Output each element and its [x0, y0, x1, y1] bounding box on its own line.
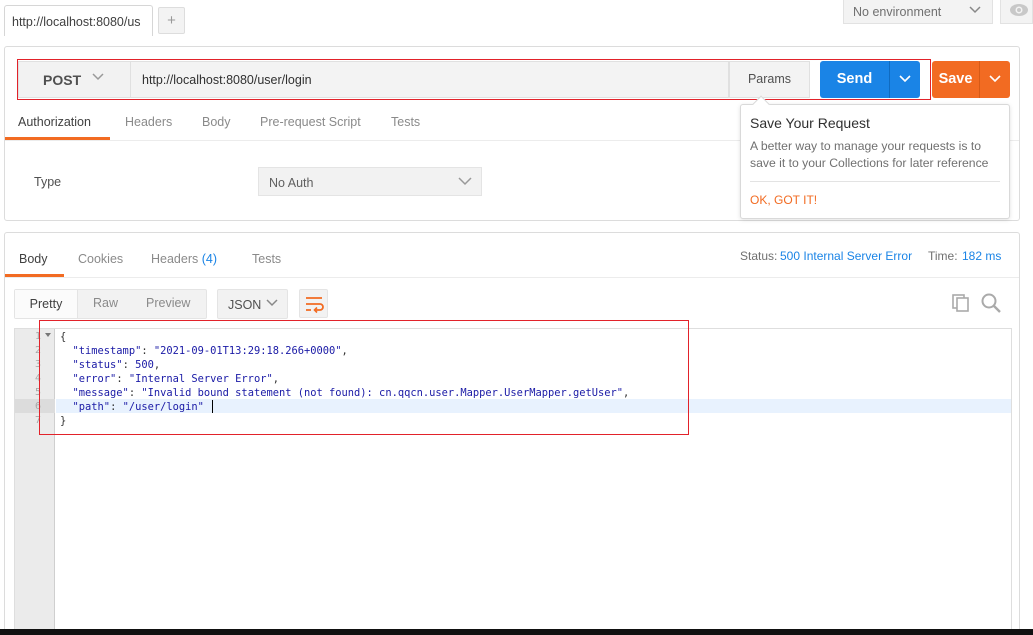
popover-body: A better way to manage your requests is …: [750, 139, 989, 170]
search-icon[interactable]: [980, 292, 1002, 314]
environment-label: No environment: [853, 5, 942, 19]
bottom-edge: [0, 629, 1033, 635]
line-number: 3: [34, 359, 41, 370]
divider: [750, 181, 1000, 182]
time-label: Time:: [928, 249, 958, 263]
popover-title: Save Your Request: [750, 115, 870, 131]
tab-authorization[interactable]: Authorization: [18, 115, 91, 139]
status-label: Status:: [740, 249, 778, 263]
response-tab-cookies[interactable]: Cookies: [78, 252, 123, 266]
save-button[interactable]: Save: [932, 61, 979, 98]
headers-count-badge: (4): [201, 252, 218, 266]
view-preview-button[interactable]: Preview: [146, 296, 190, 310]
status-value: 500 Internal Server Error: [780, 249, 913, 263]
auth-type-select[interactable]: No Auth: [258, 167, 482, 196]
chevron-down-icon: [989, 75, 1001, 83]
annotation-highlight-box: [17, 59, 931, 100]
add-tab-button[interactable]: +: [158, 7, 185, 34]
line-number: 7: [34, 415, 41, 426]
chevron-down-icon: [969, 6, 981, 14]
format-label: JSON: [228, 298, 262, 312]
line-number: 6: [34, 401, 41, 412]
wrap-lines-button[interactable]: [299, 289, 328, 318]
environment-select[interactable]: No environment: [843, 0, 993, 24]
response-tab-tests[interactable]: Tests: [252, 252, 281, 266]
annotation-highlight-box: [39, 320, 689, 435]
chevron-down-icon: [458, 177, 472, 186]
time-value: 182 ms: [962, 249, 1002, 263]
auth-type-label: Type: [34, 175, 62, 189]
wrap-lines-icon: [306, 297, 324, 314]
line-number: 2: [34, 345, 41, 356]
tab-pre-request-script[interactable]: Pre-request Script: [260, 115, 361, 139]
popover-ok-button[interactable]: OK, GOT IT!: [750, 193, 817, 207]
tab-headers[interactable]: Headers: [125, 115, 172, 139]
copy-icon[interactable]: [951, 293, 971, 313]
line-number: 1: [34, 331, 41, 342]
tab-tests[interactable]: Tests: [391, 115, 420, 139]
response-tab-headers[interactable]: Headers (4): [151, 252, 217, 266]
view-pretty-button[interactable]: Pretty: [15, 290, 78, 318]
response-tab-body[interactable]: Body: [19, 252, 48, 266]
auth-type-value: No Auth: [269, 176, 314, 190]
environment-quick-look-button[interactable]: [1000, 0, 1033, 24]
chevron-down-icon: [266, 299, 278, 307]
save-options-button[interactable]: [979, 61, 1010, 98]
format-select[interactable]: JSON: [217, 289, 288, 319]
view-raw-button[interactable]: Raw: [93, 296, 118, 310]
response-tab-headers-label: Headers: [151, 252, 199, 266]
eye-icon: [1010, 4, 1028, 16]
request-tab[interactable]: http://localhost:8080/us: [4, 5, 153, 36]
divider: [5, 277, 1019, 278]
line-number: 5: [34, 387, 41, 398]
line-number: 4: [34, 373, 41, 384]
tab-body[interactable]: Body: [202, 115, 231, 139]
